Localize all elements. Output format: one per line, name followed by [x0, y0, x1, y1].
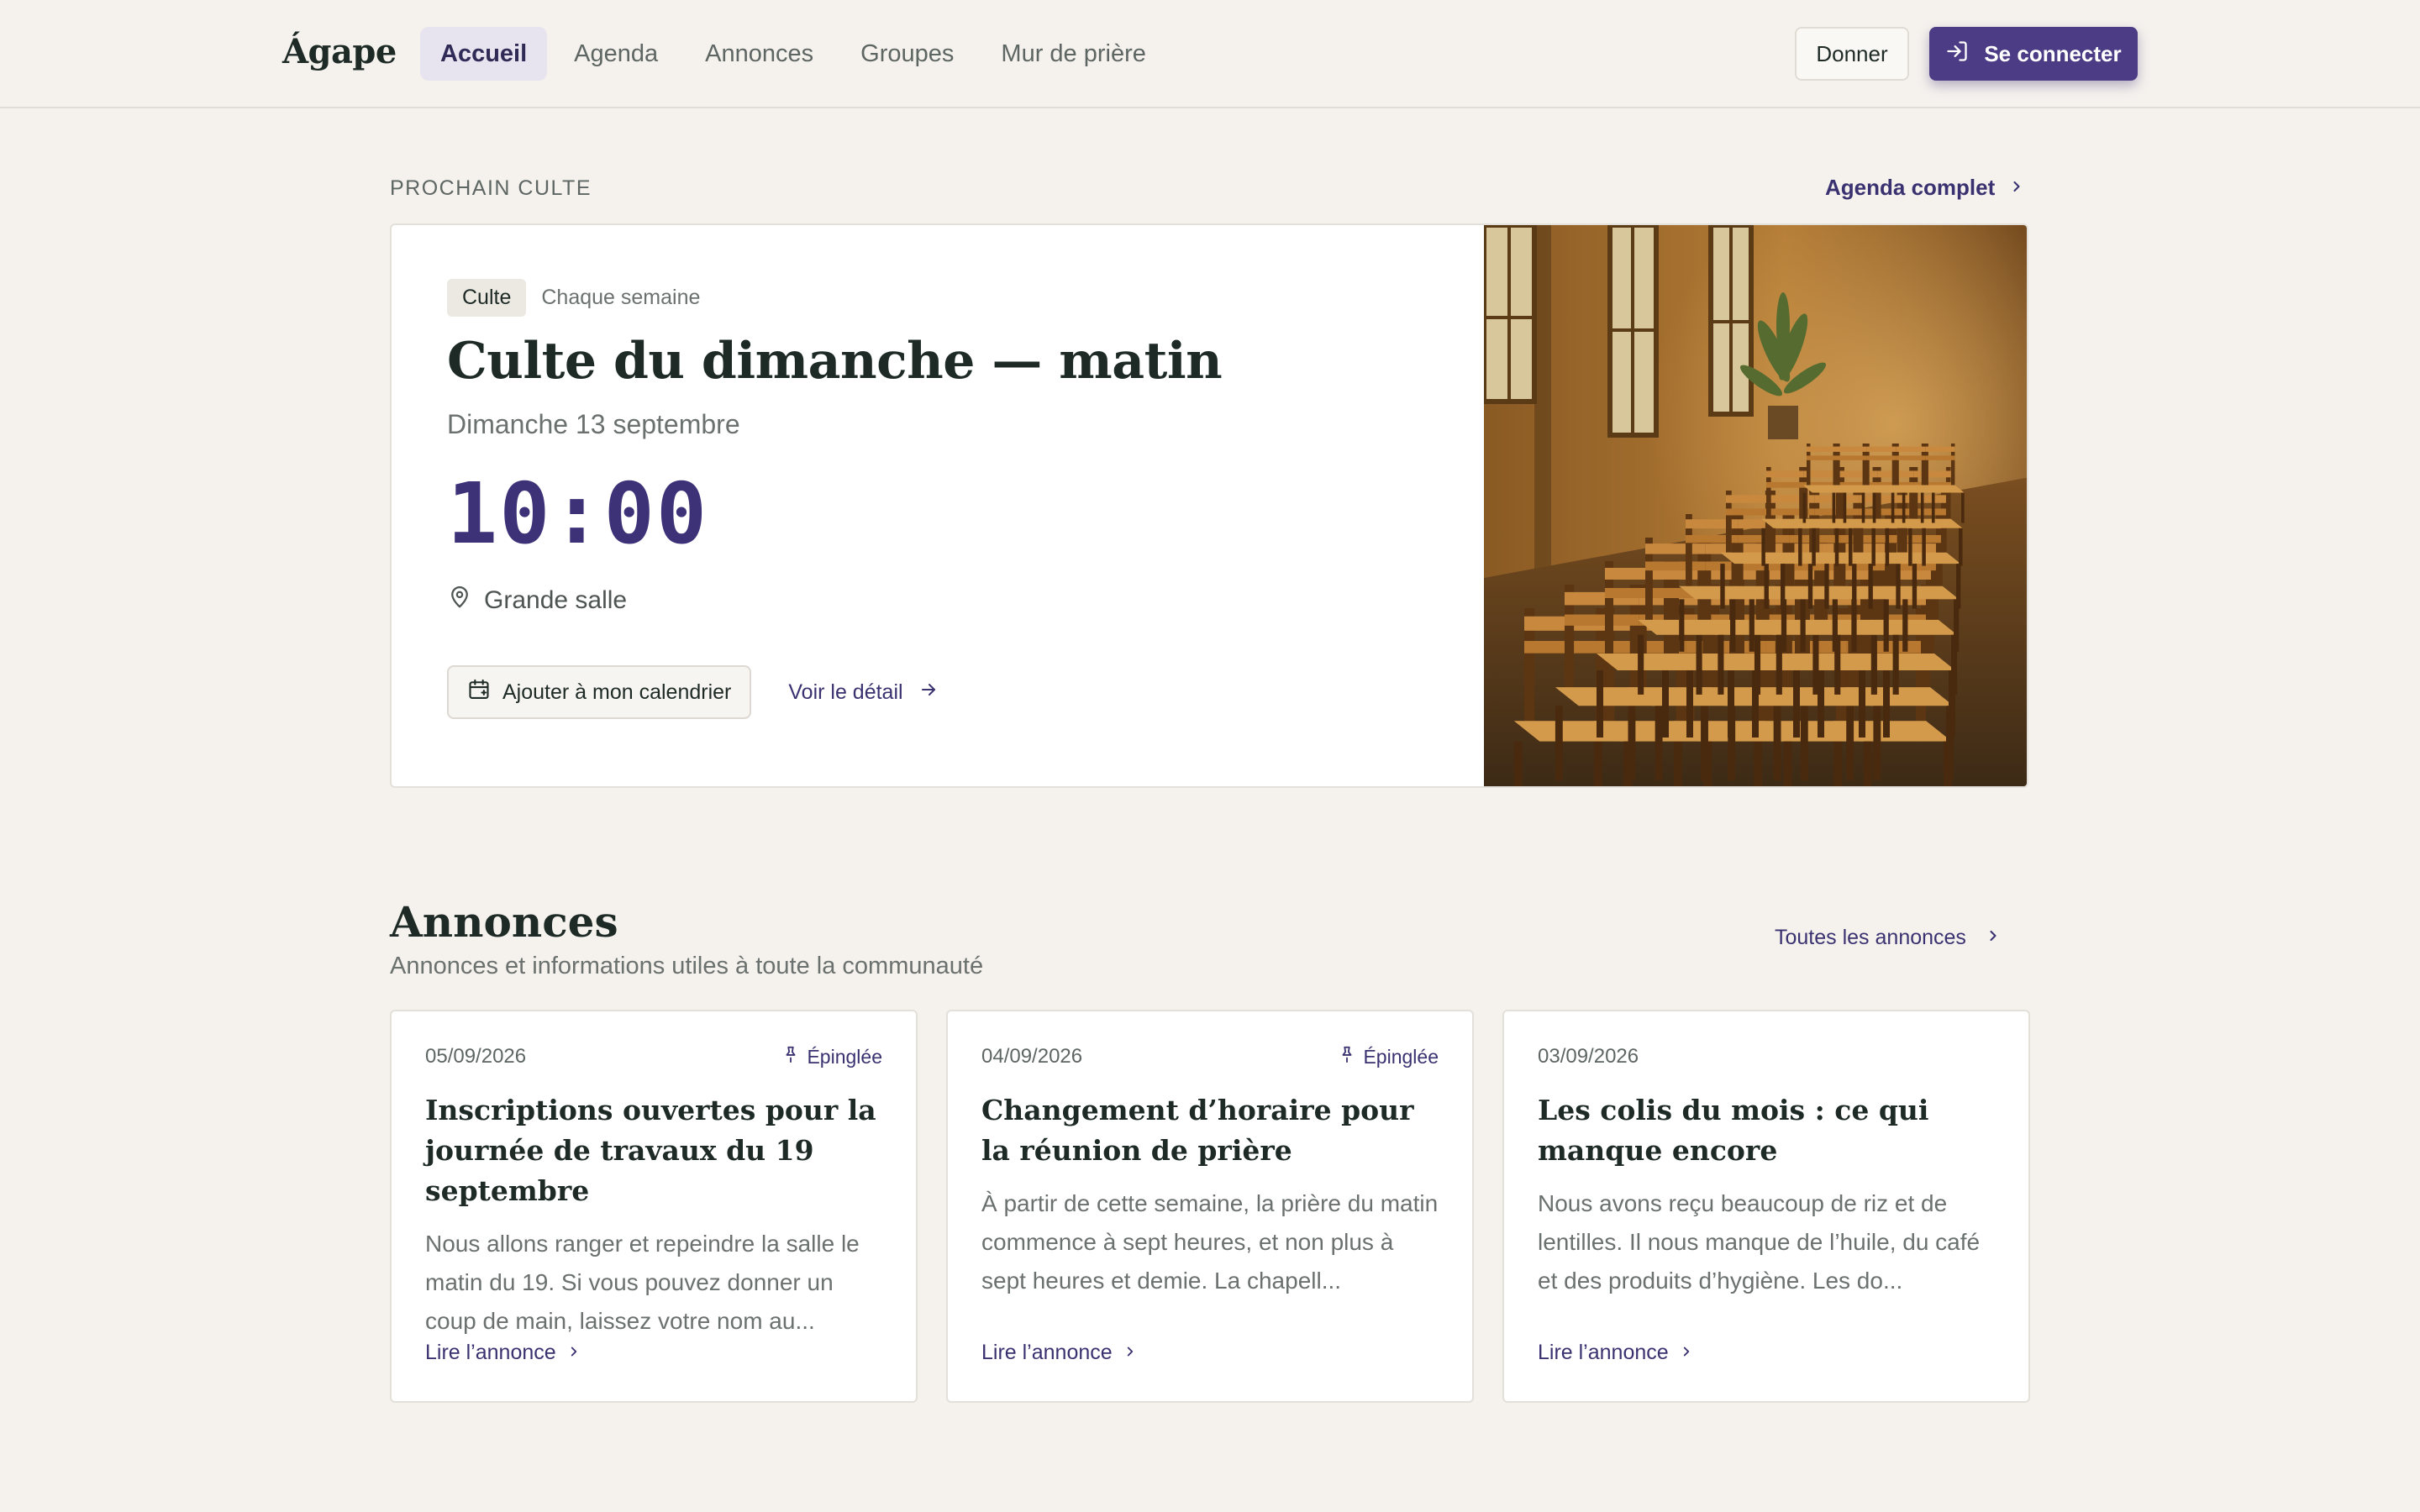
pinned-label: Épinglée [1363, 1045, 1439, 1068]
site-logo[interactable]: Ágape [282, 32, 397, 71]
add-to-calendar-button[interactable]: Ajouter à mon calendrier [447, 665, 752, 719]
all-announcements-link[interactable]: Toutes les annonces [1775, 926, 2002, 950]
chapel-photo [1484, 225, 2027, 786]
announcement-title: Changement d’horaire pour la réunion de … [981, 1094, 1414, 1167]
announcement-card[interactable]: 04/09/2026 Épinglée Changement d’horaire… [946, 1010, 1474, 1403]
read-announcement-link[interactable]: Lire l’annonce [981, 1341, 1138, 1365]
pinned-badge: Épinglée [1338, 1045, 1439, 1068]
announcements-title: Annonces [390, 897, 618, 947]
chevron-right-icon [1985, 926, 2002, 950]
chevron-right-icon [2008, 175, 2025, 201]
calendar-plus-icon [467, 678, 491, 707]
announcement-title: Inscriptions ouvertes pour la journée de… [425, 1094, 876, 1207]
nav-annonces[interactable]: Annonces [685, 27, 834, 81]
event-tag: Culte [447, 279, 527, 317]
main-nav: Accueil Agenda Annonces Groupes Mur de p… [420, 27, 1166, 81]
full-agenda-label: Agenda complet [1825, 175, 1996, 200]
nav-groupes[interactable]: Groupes [840, 27, 974, 81]
card-header: 05/09/2026 Épinglée [425, 1045, 882, 1068]
read-announcement-link[interactable]: Lire l’annonce [425, 1341, 581, 1365]
chevron-right-icon [1679, 1341, 1694, 1365]
read-announcement-label: Lire l’annonce [981, 1341, 1113, 1364]
pin-icon [781, 1045, 800, 1068]
donate-button[interactable]: Donner [1795, 27, 1909, 81]
event-location: Grande salle [447, 585, 1222, 617]
read-announcement-label: Lire l’annonce [1538, 1341, 1669, 1364]
event-date: Dimanche 13 septembre [447, 409, 740, 439]
view-detail-link[interactable]: Voir le détail [788, 680, 938, 706]
event-time: 10:00 [447, 465, 709, 563]
arrow-right-icon [918, 680, 939, 706]
event-title: Culte du dimanche — matin [447, 332, 1223, 391]
pinned-label: Épinglée [807, 1045, 882, 1068]
announcement-cards: 05/09/2026 Épinglée Inscriptions ouverte… [390, 1010, 2030, 1403]
announcement-excerpt: Nous avons reçu beaucoup de riz et de le… [1538, 1190, 1981, 1294]
chevron-right-icon [566, 1341, 581, 1365]
nav-agenda[interactable]: Agenda [554, 27, 678, 81]
event-recurrence: Chaque semaine [541, 286, 701, 309]
event-actions: Ajouter à mon calendrier Voir le détail [447, 665, 1222, 719]
announcement-date: 04/09/2026 [981, 1045, 1083, 1068]
site-header: Ágape Accueil Agenda Annonces Groupes Mu… [0, 0, 2420, 108]
section-label-next-service: PROCHAIN CULTE [390, 176, 592, 200]
map-pin-icon [447, 585, 472, 617]
login-button[interactable]: Se connecter [1929, 27, 2138, 81]
login-icon [1945, 39, 1969, 69]
view-detail-label: Voir le détail [788, 680, 903, 704]
announcement-excerpt: À partir de cette semaine, la prière du … [981, 1190, 1439, 1294]
announcement-card[interactable]: 03/09/2026 Les colis du mois : ce qui ma… [1502, 1010, 2030, 1403]
announcements-subtitle: Annonces et informations utiles à toute … [390, 953, 984, 979]
announcement-date: 03/09/2026 [1538, 1045, 1639, 1068]
event-location-label: Grande salle [484, 586, 628, 614]
read-announcement-link[interactable]: Lire l’annonce [1538, 1341, 1694, 1365]
event-tags: Culte Chaque semaine [447, 279, 1222, 317]
card-header: 03/09/2026 [1538, 1045, 1995, 1068]
pinned-badge: Épinglée [781, 1045, 882, 1068]
next-service-info: Culte Chaque semaine Culte du dimanche —… [447, 279, 1223, 719]
next-service-card: Culte Chaque semaine Culte du dimanche —… [390, 223, 2028, 788]
add-to-calendar-label: Ajouter à mon calendrier [502, 680, 732, 704]
pin-icon [1338, 1045, 1356, 1068]
announcement-card[interactable]: 05/09/2026 Épinglée Inscriptions ouverte… [390, 1010, 918, 1403]
nav-mur-de-priere[interactable]: Mur de prière [981, 27, 1165, 81]
login-label: Se connecter [1984, 40, 2122, 66]
chevron-right-icon [1123, 1341, 1138, 1365]
full-agenda-link[interactable]: Agenda complet [1825, 175, 2025, 201]
announcement-excerpt: Nous allons ranger et repeindre la salle… [425, 1231, 860, 1334]
read-announcement-label: Lire l’annonce [425, 1341, 556, 1364]
announcement-date: 05/09/2026 [425, 1045, 527, 1068]
all-announcements-label: Toutes les annonces [1775, 926, 1966, 949]
announcement-title: Les colis du mois : ce qui manque encore [1538, 1094, 1929, 1167]
nav-accueil[interactable]: Accueil [420, 27, 548, 81]
card-header: 04/09/2026 Épinglée [981, 1045, 1439, 1068]
